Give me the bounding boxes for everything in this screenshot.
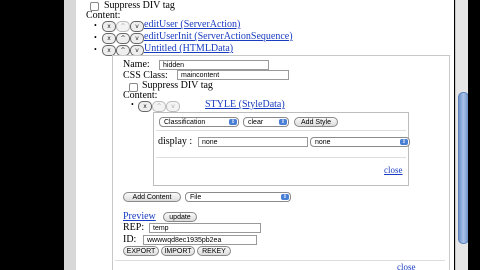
move-down-button-style[interactable]: v (166, 101, 180, 112)
divider (156, 157, 406, 158)
rekey-button[interactable]: REKEY (197, 246, 231, 256)
move-up-button-node1[interactable]: ^ (116, 21, 130, 32)
select-arrow-icon: ⇕ (400, 139, 408, 145)
bullet: • (94, 21, 97, 30)
move-down-button-node2[interactable]: v (130, 33, 144, 44)
rep-field[interactable]: temp (149, 223, 261, 233)
display-label: display : (158, 136, 193, 147)
content-type-select-value: File (190, 194, 202, 201)
screen: Suppress DIV tag Content: • x ^ v editUs… (0, 0, 480, 270)
update-button[interactable]: update (163, 212, 197, 222)
rep-label: REP: (123, 222, 145, 233)
display-select[interactable]: none ⇕ (310, 137, 410, 147)
close-htmldata-link[interactable]: close (397, 262, 416, 270)
style-editor-panel: Classification ⇕ clear ⇕ Add Style displ… (153, 112, 410, 186)
preview-link[interactable]: Preview (123, 211, 156, 222)
id-field[interactable]: wwwwqd8ec1935pb2ea (143, 235, 257, 245)
add-content-button[interactable]: Add Content (123, 192, 181, 202)
content-type-select[interactable]: File ⇕ (185, 192, 291, 202)
divider (115, 260, 445, 261)
letterbox-left (0, 0, 64, 270)
move-down-button-node1[interactable]: v (130, 21, 144, 32)
select-arrow-icon: ⇕ (281, 194, 289, 200)
clear-select-value: clear (248, 119, 264, 126)
node-link-styledata[interactable]: STYLE (StyleData) (205, 99, 285, 110)
import-button[interactable]: IMPORT (161, 246, 195, 256)
add-style-button[interactable]: Add Style (294, 117, 338, 127)
close-style-editor-link[interactable]: close (384, 165, 403, 175)
letterbox-right (468, 0, 480, 270)
htmldata-panel: Name: hidden CSS Class: maincontent Supp… (112, 55, 450, 270)
display-select-value: none (315, 139, 331, 146)
content-label-top: Content: (86, 10, 121, 21)
node-link-edituserinit[interactable]: editUserInit (ServerActionSequence) (144, 31, 293, 42)
divider (156, 130, 406, 131)
select-arrow-icon: ⇕ (229, 119, 237, 125)
vertical-scrollbar[interactable] (455, 0, 469, 270)
name-field[interactable]: hidden (159, 60, 269, 70)
css-class-field[interactable]: maincontent (177, 70, 289, 80)
move-up-button-style[interactable]: ^ (152, 101, 166, 112)
node-link-edituser[interactable]: editUser (ServerAction) (144, 19, 240, 30)
id-label: ID: (123, 234, 137, 245)
delete-button-style[interactable]: x (138, 101, 152, 112)
delete-button-node1[interactable]: x (102, 21, 116, 32)
clear-select[interactable]: clear ⇕ (243, 117, 289, 127)
move-up-button-node2[interactable]: ^ (116, 33, 130, 44)
export-button[interactable]: EXPORT (123, 246, 159, 256)
select-arrow-icon: ⇕ (279, 119, 287, 125)
classification-select[interactable]: Classification ⇕ (159, 117, 239, 127)
name-label: Name: (123, 59, 150, 70)
content-label: Content: (123, 90, 158, 101)
delete-button-node2[interactable]: x (102, 33, 116, 44)
node-link-untitled-htmldata[interactable]: Untitled (HTMLData) (144, 43, 233, 54)
bullet: • (94, 45, 97, 54)
editor-content: Suppress DIV tag Content: • x ^ v editUs… (76, 0, 454, 270)
classification-select-value: Classification (164, 119, 206, 126)
bullet: • (94, 33, 97, 42)
display-value-field[interactable]: none (198, 137, 308, 147)
bullet: • (131, 100, 134, 109)
